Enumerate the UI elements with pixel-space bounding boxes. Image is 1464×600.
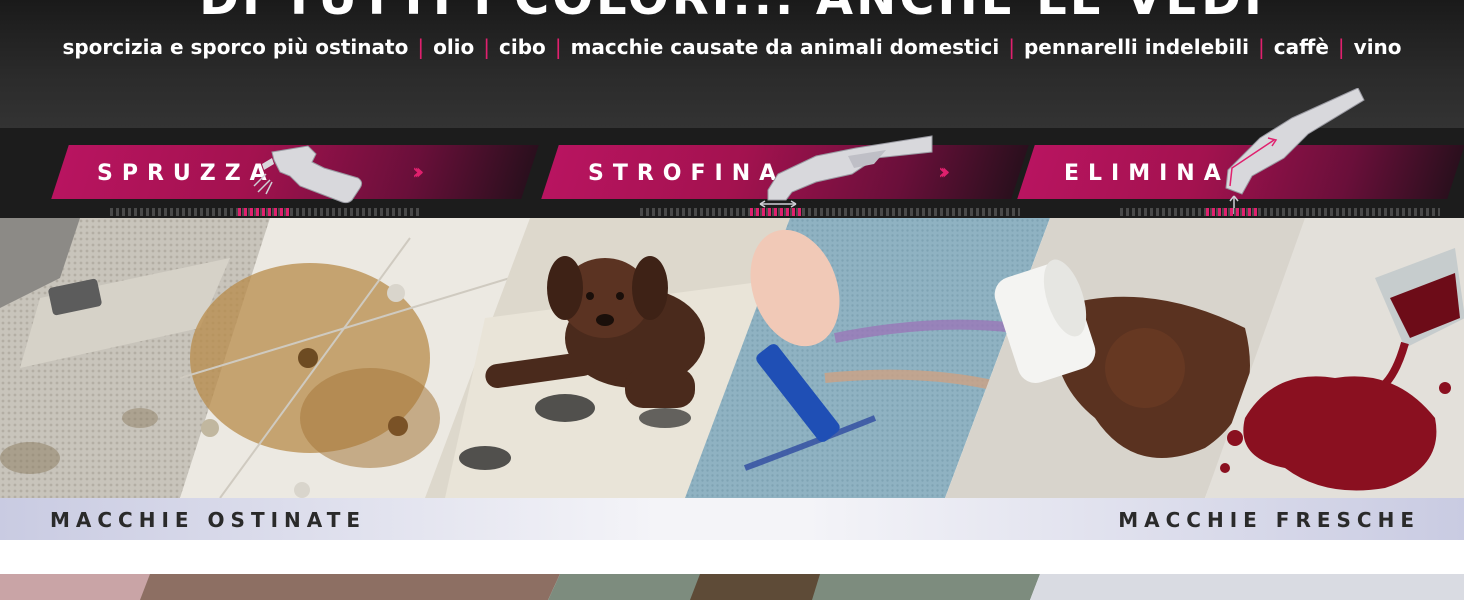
separator: | <box>554 35 562 59</box>
photo-spilled-red-wine <box>1205 218 1464 498</box>
headline: DI TUTTI I COLORI... ANCHE LE VEDI <box>0 0 1464 26</box>
progress-highlight <box>750 208 802 216</box>
stain-type: caffè <box>1273 35 1329 59</box>
separator: | <box>483 35 491 59</box>
progress-dots-1 <box>110 208 420 216</box>
step-label-elimina: ELIMINA <box>1064 161 1230 186</box>
handheld-cleaner-suction-icon <box>1225 88 1365 214</box>
stain-type: vino <box>1353 35 1402 59</box>
stain-type: cibo <box>499 35 546 59</box>
caption-bar: MACCHIE OSTINATE MACCHIE FRESCHE <box>0 498 1464 540</box>
stain-photo-strip <box>0 218 1464 498</box>
handheld-cleaner-icon <box>759 135 933 208</box>
caption-macchie-ostinate: MACCHIE OSTINATE <box>50 508 366 532</box>
progress-dots-2 <box>640 208 1020 216</box>
stain-type: olio <box>433 35 475 59</box>
stain-type: sporcizia e sporco più ostinato <box>62 35 409 59</box>
spray-bottle-icon <box>253 145 363 204</box>
stain-type: macchie causate da animali domestici <box>570 35 1000 59</box>
progress-dots-3 <box>1120 208 1440 216</box>
separator: | <box>1337 35 1345 59</box>
steps-band: SPRUZZA STROFINA ELIMINA ››› ››› <box>0 88 1464 218</box>
bottom-photo-strip <box>0 574 1464 600</box>
step-label-spruzza: SPRUZZA <box>97 161 276 186</box>
progress-highlight <box>238 208 290 216</box>
stain-type: pennarelli indelebili <box>1023 35 1250 59</box>
progress-highlight <box>1206 208 1258 216</box>
separator: | <box>1258 35 1265 59</box>
separator: | <box>417 35 425 59</box>
stain-types-list: sporcizia e sporco più ostinato | olio | cib… <box>0 35 1464 59</box>
caption-macchie-fresche: MACCHIE FRESCHE <box>1118 508 1420 532</box>
chevron-arrows-icon: ››› <box>412 160 425 185</box>
chevron-arrows-icon: ››› <box>938 160 951 185</box>
separator: | <box>1008 35 1015 59</box>
